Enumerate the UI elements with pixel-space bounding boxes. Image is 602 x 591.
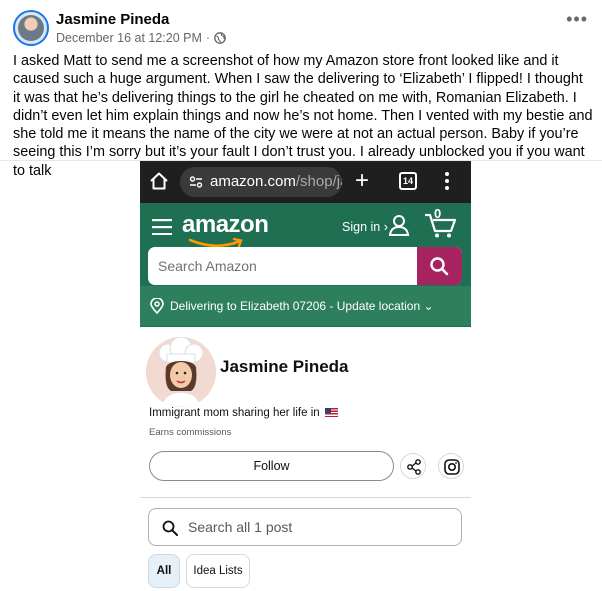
earns-commissions-label: Earns commissions bbox=[149, 427, 232, 438]
url-path: /shop/ja bbox=[295, 173, 342, 190]
author-avatar[interactable] bbox=[13, 10, 49, 46]
author-name[interactable]: Jasmine Pineda bbox=[56, 11, 169, 28]
tab-count-button[interactable]: 14 bbox=[399, 172, 417, 190]
location-pin-icon bbox=[150, 298, 164, 314]
account-icon[interactable] bbox=[388, 214, 410, 236]
share-button[interactable] bbox=[400, 453, 426, 479]
new-tab-button[interactable]: + bbox=[355, 166, 369, 196]
storefront-name: Jasmine Pineda bbox=[220, 357, 349, 376]
section-divider bbox=[140, 497, 471, 498]
storefront-bio-text: Immigrant mom sharing her life in bbox=[149, 407, 320, 419]
filter-all[interactable]: All bbox=[148, 554, 180, 588]
post-meta: December 16 at 12:20 PM · bbox=[56, 31, 226, 45]
sign-in-link[interactable]: Sign in › bbox=[342, 220, 388, 234]
browser-toolbar: amazon.com/shop/ja + 14 bbox=[140, 161, 471, 203]
site-settings-icon[interactable] bbox=[189, 176, 203, 188]
home-icon[interactable] bbox=[148, 170, 170, 192]
storefront-avatar bbox=[146, 337, 216, 407]
delivery-location-bar[interactable]: Delivering to Elizabeth 07206 - Update l… bbox=[140, 286, 471, 326]
url-bar[interactable]: amazon.com/shop/ja bbox=[180, 167, 342, 197]
globe-icon bbox=[214, 32, 226, 44]
instagram-button[interactable] bbox=[438, 453, 464, 479]
browser-menu-icon[interactable] bbox=[445, 172, 449, 190]
url-host: amazon.com bbox=[210, 173, 296, 190]
more-options-button[interactable]: ••• bbox=[566, 10, 588, 28]
us-flag-icon bbox=[324, 408, 338, 417]
search-icon bbox=[430, 257, 449, 276]
cart-count: 0 bbox=[434, 206, 442, 221]
storefront-search-input[interactable]: Search all 1 post bbox=[188, 519, 292, 535]
storefront-search-bar[interactable]: Search all 1 post bbox=[148, 508, 462, 546]
instagram-icon bbox=[444, 459, 460, 475]
search-icon bbox=[162, 520, 178, 536]
post-timestamp[interactable]: December 16 at 12:20 PM bbox=[56, 31, 202, 45]
amazon-search-input[interactable]: Search Amazon bbox=[158, 258, 257, 274]
meta-separator: · bbox=[205, 31, 211, 45]
post-header: Jasmine Pineda December 16 at 12:20 PM ·… bbox=[0, 0, 602, 50]
filter-idea-lists[interactable]: Idea Lists bbox=[186, 554, 250, 588]
embedded-screenshot: amazon.com/shop/ja + 14 amazon Sign in ›… bbox=[140, 161, 471, 591]
amazon-logo[interactable]: amazon bbox=[182, 211, 269, 239]
share-icon bbox=[407, 459, 421, 475]
follow-button[interactable]: Follow bbox=[149, 451, 394, 481]
storefront-bio: Immigrant mom sharing her life in bbox=[149, 407, 338, 419]
delivery-location-text: Delivering to Elizabeth 07206 - Update l… bbox=[170, 299, 434, 313]
menu-icon[interactable] bbox=[152, 219, 172, 235]
amazon-search-bar[interactable]: Search Amazon bbox=[148, 247, 462, 285]
amazon-search-button[interactable] bbox=[417, 247, 462, 285]
